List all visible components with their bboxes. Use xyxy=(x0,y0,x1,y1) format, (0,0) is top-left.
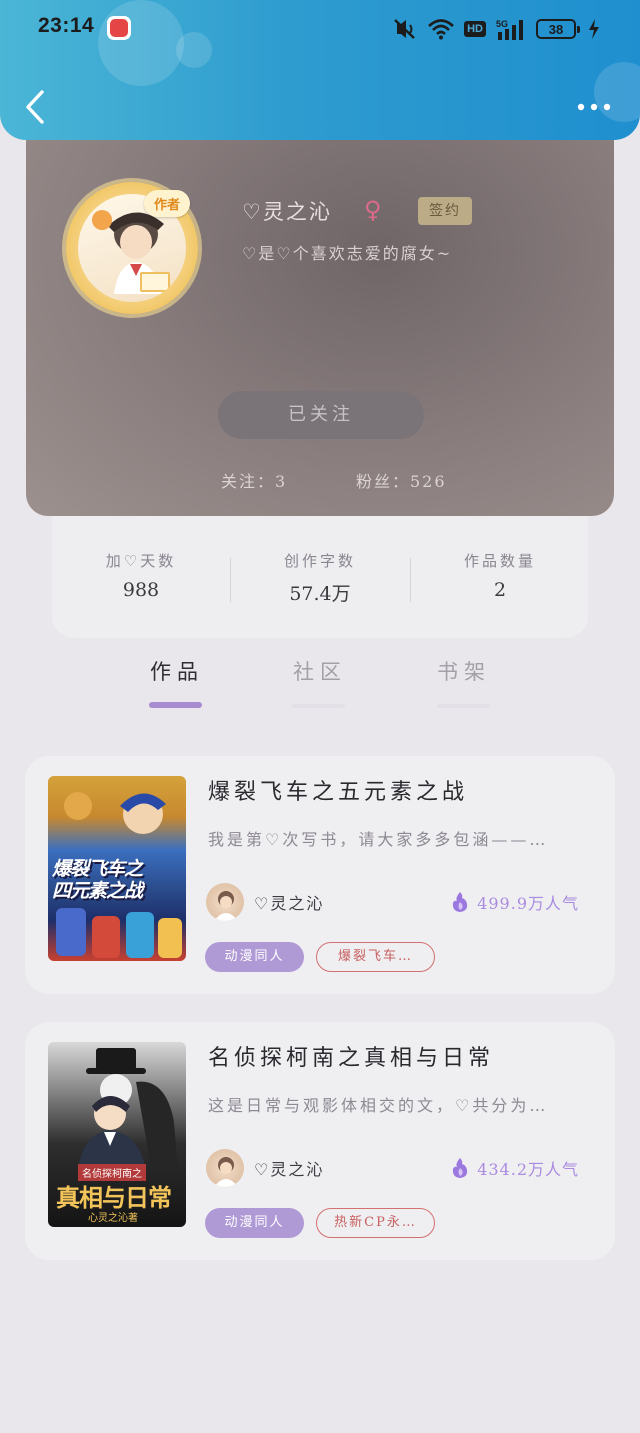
book-description: 我是第♡次写书，请大家多多包涵——… xyxy=(208,830,549,849)
book-title[interactable]: 爆裂飞车之五元素之战 xyxy=(208,774,468,806)
book-cover[interactable]: 爆裂飞车之 四元素之战 xyxy=(48,776,186,961)
book-author-avatar xyxy=(206,883,244,921)
stat-word-count: 创作字数 57.4万 xyxy=(231,550,409,606)
battery-icon: 38 xyxy=(536,19,580,39)
tab-bookshelf[interactable]: 书架 xyxy=(437,656,491,686)
book-card[interactable]: 名侦探柯南之 真相与日常 心灵之沁著 名侦探柯南之真相与日常 这是日常与观影体相… xyxy=(25,1022,615,1260)
cover-author: 心灵之沁著 xyxy=(88,1213,138,1224)
popularity: 499.9万人气 xyxy=(451,890,579,914)
keyword-tag[interactable]: 爆裂飞车… xyxy=(316,942,435,972)
mute-vibrate-icon xyxy=(394,19,415,39)
followed-button[interactable]: 已关注 xyxy=(218,391,424,439)
popularity: 434.2万人气 xyxy=(451,1156,579,1180)
stat-work-count: 作品数量 2 xyxy=(411,550,589,601)
wifi-icon xyxy=(428,19,454,40)
status-icons: HD 5G 38 xyxy=(392,16,600,42)
book-author-avatar xyxy=(206,1149,244,1187)
user-bio: ♡是♡个喜欢志爱的腐女~ xyxy=(242,244,453,263)
stat-value: 988 xyxy=(122,579,160,601)
book-cover[interactable]: 名侦探柯南之 真相与日常 心灵之沁著 xyxy=(48,1042,186,1227)
flame-icon xyxy=(453,1158,468,1178)
book-title[interactable]: 名侦探柯南之真相与日常 xyxy=(208,1040,494,1072)
back-chevron-icon[interactable] xyxy=(20,88,50,126)
status-bar: 23:14 HD 5G 38 xyxy=(0,0,640,60)
author-avatar[interactable]: 作者 xyxy=(66,182,198,314)
tab-underline xyxy=(292,704,345,708)
book-author: ♡灵之沁 xyxy=(254,894,325,913)
status-time: 23:14 xyxy=(38,14,95,37)
cover-title: 真相与日常 xyxy=(56,1183,172,1212)
following-count[interactable]: 关注：3 xyxy=(221,468,287,492)
tab-community[interactable]: 社区 xyxy=(293,656,347,686)
popularity-value: 499.9万人气 xyxy=(477,894,579,913)
stat-label: 加♡天数 xyxy=(105,552,177,570)
tab-underline xyxy=(437,704,490,708)
book-description: 这是日常与观影体相交的文，♡共分为… xyxy=(208,1096,549,1115)
charging-icon xyxy=(589,19,599,39)
more-options-icon[interactable] xyxy=(576,96,612,118)
cellular-signal-icon: 5G xyxy=(496,19,523,40)
signed-badge: 签约 xyxy=(418,197,472,225)
flame-icon xyxy=(453,892,468,912)
book-author: ♡灵之沁 xyxy=(254,1160,325,1179)
hd-indicator: HD xyxy=(464,21,486,37)
top-bar: 23:14 HD 5G 38 xyxy=(0,0,640,140)
keyword-tag[interactable]: 热新CP永… xyxy=(316,1208,435,1238)
profile-card: 作者 ♡灵之沁 ♀ 签约 ♡是♡个喜欢志爱的腐女~ 已关注 关注：3 粉丝：52… xyxy=(26,110,614,516)
stats-card: 加♡天数 988 创作字数 57.4万 作品数量 2 xyxy=(52,500,588,638)
stat-days: 加♡天数 988 xyxy=(52,550,230,601)
active-tab-indicator xyxy=(149,702,202,708)
app-notification-icon xyxy=(107,16,131,40)
user-name: ♡灵之沁 xyxy=(242,200,332,224)
stat-label: 创作字数 xyxy=(283,552,356,570)
fans-count[interactable]: 粉丝：526 xyxy=(356,468,447,492)
tab-works[interactable]: 作品 xyxy=(150,656,204,686)
category-tag[interactable]: 动漫同人 xyxy=(205,942,304,972)
author-tag: 作者 xyxy=(144,190,191,217)
popularity-value: 434.2万人气 xyxy=(477,1160,579,1179)
stat-value: 2 xyxy=(493,579,507,601)
book-card[interactable]: 爆裂飞车之 四元素之战 爆裂飞车之五元素之战 我是第♡次写书，请大家多多包涵——… xyxy=(25,756,615,994)
female-gender-icon: ♀ xyxy=(364,196,382,224)
svg-text:5G: 5G xyxy=(496,19,508,29)
stat-value: 57.4万 xyxy=(289,583,351,605)
category-tag[interactable]: 动漫同人 xyxy=(205,1208,304,1238)
cover-title-line2: 四元素之战 xyxy=(52,880,143,902)
stat-label: 作品数量 xyxy=(463,552,536,570)
